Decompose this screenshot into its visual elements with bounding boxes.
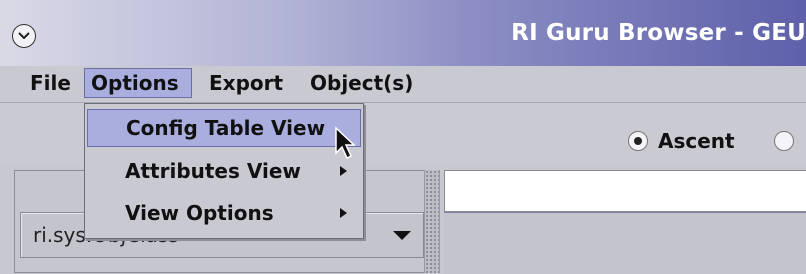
menu-file[interactable]: File	[24, 68, 77, 98]
search-field[interactable]	[444, 170, 806, 212]
splitter-handle[interactable]	[424, 170, 440, 273]
submenu-arrow-icon	[340, 166, 347, 176]
radio-ascent[interactable]: Ascent	[628, 127, 735, 155]
menu-item-config-table-view[interactable]: Config Table View	[87, 109, 361, 147]
radio-second-option[interactable]	[774, 127, 804, 155]
menu-item-view-options[interactable]: View Options	[87, 194, 361, 232]
submenu-arrow-icon	[340, 208, 347, 218]
menu-objects[interactable]: Object(s)	[304, 68, 419, 98]
dropdown-arrow-icon[interactable]	[393, 231, 411, 240]
menu-export[interactable]: Export	[203, 68, 289, 98]
mouse-pointer-icon	[335, 126, 356, 160]
menu-item-attributes-view[interactable]: Attributes View	[87, 152, 361, 190]
radio-ascent-indicator[interactable]	[628, 131, 648, 151]
radio-ascent-label: Ascent	[658, 129, 735, 153]
title-bar: RI Guru Browser - GEU	[0, 0, 806, 67]
window-title: RI Guru Browser - GEU	[511, 20, 806, 46]
options-menu-popup: Config Table View Attributes View View O…	[84, 103, 364, 239]
menu-options[interactable]: Options	[84, 68, 192, 98]
chevron-down-icon	[18, 32, 30, 40]
right-panel	[444, 212, 806, 274]
menu-bar: File Options Export Object(s)	[0, 66, 806, 103]
menu-item-label: Attributes View	[125, 159, 301, 183]
menu-item-label: Config Table View	[126, 116, 326, 140]
radio-second-indicator[interactable]	[774, 131, 794, 151]
menu-item-label: View Options	[125, 201, 274, 225]
window-menu-button[interactable]	[12, 24, 36, 48]
